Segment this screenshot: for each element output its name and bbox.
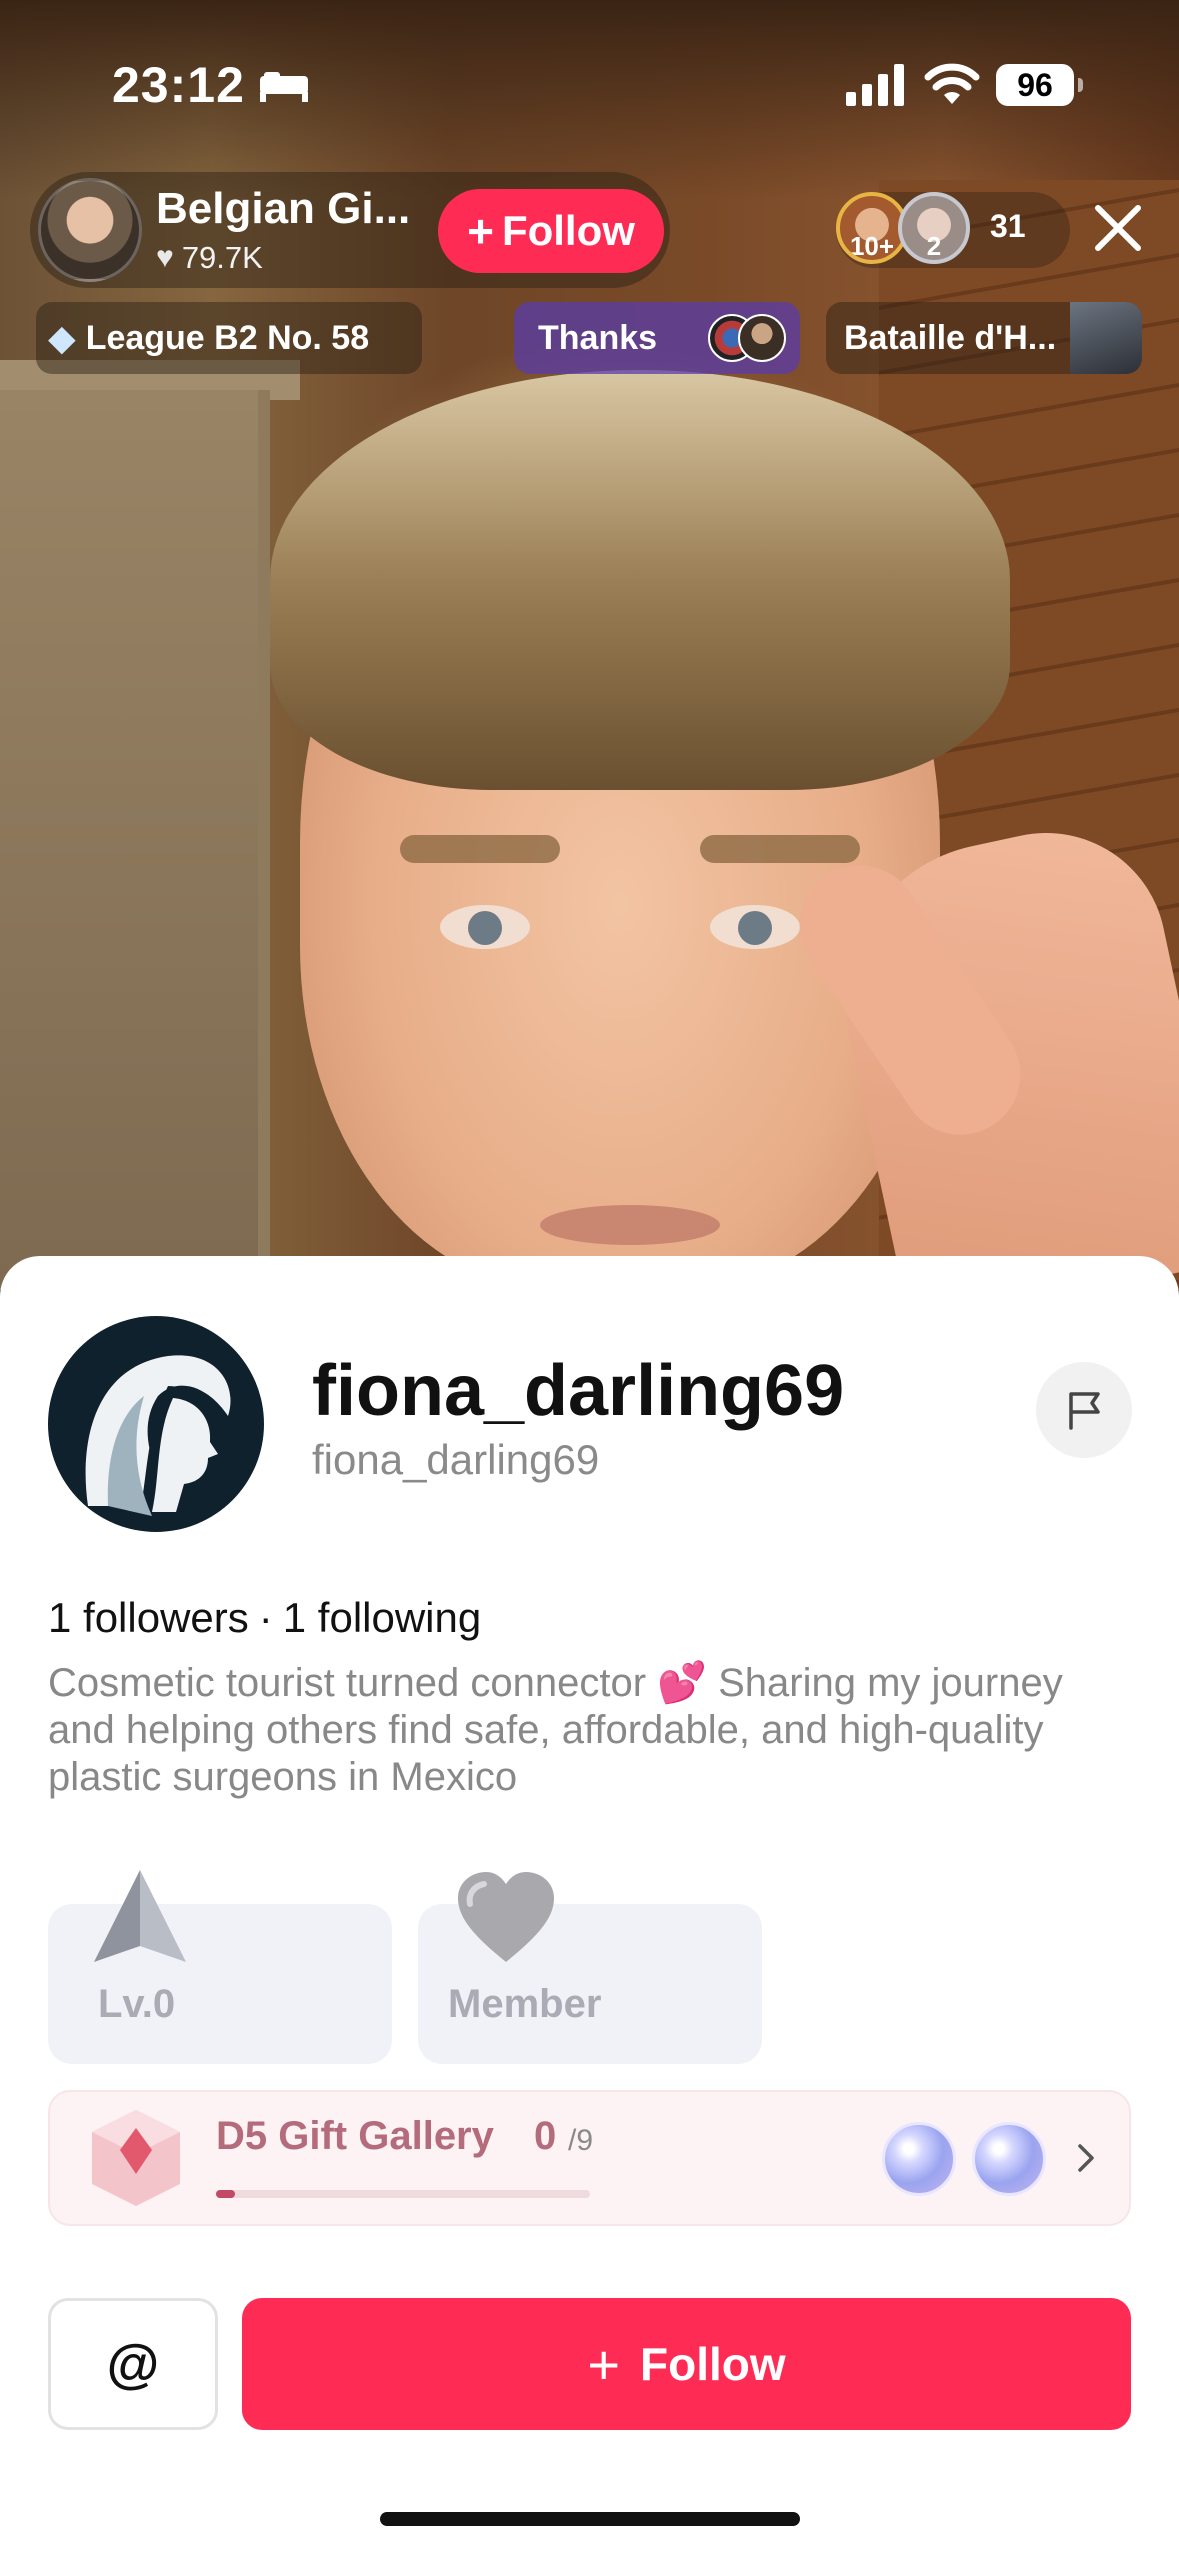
video-eye-right [710, 905, 800, 949]
video-brow-left [400, 835, 560, 863]
gift-orb-icon [882, 2122, 956, 2196]
follow-stats[interactable]: 1 followers · 1 following [48, 1594, 481, 1642]
league-label: League B2 No. 58 [85, 318, 370, 357]
gift-gallery-title: D5 Gift Gallery [216, 2114, 494, 2158]
gift-gallery-progress-track [216, 2190, 590, 2198]
report-button[interactable] [1036, 1362, 1132, 1458]
thanks-label: Thanks [538, 318, 658, 357]
cellular-signal-icon [846, 64, 904, 106]
flag-icon [1069, 1392, 1100, 1430]
mention-button[interactable]: @ [48, 2298, 218, 2430]
sleep-focus-icon [260, 72, 308, 102]
home-indicator[interactable] [380, 2512, 800, 2526]
battle-label: Bataille d'H... [844, 318, 1057, 357]
gift-gallery-count: 0 [534, 2114, 557, 2158]
video-eye-left [440, 905, 530, 949]
video-door [0, 390, 270, 1290]
host-likes: ♥ 79.7K [156, 240, 263, 276]
thanks-chip[interactable]: Thanks [514, 302, 800, 374]
member-label: Member [448, 1982, 602, 2026]
host-name[interactable]: Belgian Gi... [156, 184, 410, 234]
status-time: 23:12 [112, 57, 245, 113]
following-count[interactable]: 1 following [283, 1594, 481, 1642]
plus-icon: + [587, 2332, 621, 2396]
thanks-avatars [708, 314, 788, 362]
gift-gallery-banner[interactable] [48, 2090, 1131, 2226]
heart-icon: ♥ [156, 241, 174, 274]
host-follow-button[interactable]: + Follow [438, 189, 664, 273]
host-likes-count: 79.7K [181, 240, 263, 275]
video-hair [270, 370, 1010, 790]
battery-icon: 96 [996, 64, 1083, 106]
profile-avatar[interactable] [48, 1316, 264, 1532]
follow-button[interactable]: + Follow [242, 2298, 1131, 2430]
close-icon[interactable] [1090, 200, 1146, 256]
status-bar: 23:12 96 [0, 0, 1179, 170]
video-mouth [540, 1205, 720, 1245]
viewer-count[interactable]: 31 [990, 208, 1026, 245]
profile-username: fiona_darling69 [312, 1351, 845, 1431]
wifi-icon [924, 63, 980, 104]
top-viewer-avatar[interactable]: 2 [898, 192, 970, 264]
host-follow-label: Follow [501, 207, 635, 254]
video-brow-right [700, 835, 860, 863]
followers-count[interactable]: 1 followers [48, 1594, 249, 1642]
viewer-rank-badge: 2 [926, 231, 942, 261]
chevron-right-icon[interactable] [1074, 2136, 1100, 2180]
stats-separator: · [258, 1594, 273, 1641]
profile-bio: Cosmetic tourist turned connector 💕 Shar… [48, 1661, 1063, 1799]
league-chip[interactable]: ◆ League B2 No. 58 [36, 302, 422, 374]
battle-thumbnail [1070, 302, 1142, 374]
profile-handle: fiona_darling69 [312, 1436, 600, 1483]
viewer-rank-badge: 10+ [849, 231, 895, 261]
plus-icon: + [467, 205, 494, 257]
gift-box-icon [92, 2110, 180, 2206]
follow-button-label: Follow [640, 2338, 786, 2390]
level-label: Lv.0 [98, 1982, 176, 2026]
battle-chip[interactable]: Bataille d'H... [826, 302, 1142, 374]
diamond-icon: ◆ [48, 317, 76, 358]
gift-gallery-progress-fill [216, 2190, 235, 2198]
woman-silhouette-icon [85, 1355, 231, 1516]
gift-gallery-total: /9 [568, 2124, 594, 2157]
host-avatar[interactable] [38, 178, 142, 282]
heart-icon [458, 1872, 554, 1962]
level-triangle-icon [94, 1870, 186, 1962]
gift-orb-icon [972, 2122, 1046, 2196]
